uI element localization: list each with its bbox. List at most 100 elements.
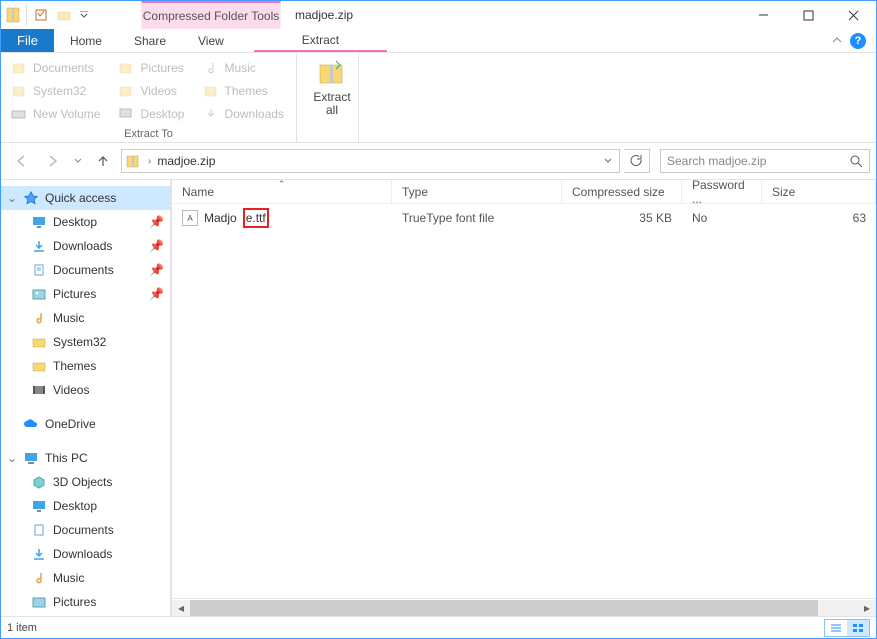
extract-to-pictures[interactable]: Pictures	[118, 57, 186, 79]
file-name-cell[interactable]: A Madjoe.ttf	[172, 208, 392, 228]
sidebar-item-downloads[interactable]: Downloads 📌	[1, 234, 170, 258]
desktop-icon	[31, 214, 47, 230]
font-file-icon: A	[182, 210, 198, 226]
cube-icon	[31, 474, 47, 490]
extract-to-downloads[interactable]: Downloads	[203, 103, 286, 125]
pictures-icon	[31, 594, 47, 610]
nav-history-dropdown[interactable]	[71, 157, 85, 165]
scroll-thumb[interactable]	[190, 600, 818, 616]
file-size-cell: 63	[762, 211, 876, 225]
contextual-tab-header: Compressed Folder Tools	[141, 1, 281, 29]
sort-caret-icon: ⌃	[278, 179, 286, 190]
pin-icon: 📌	[149, 263, 164, 277]
extract-to-new-volume[interactable]: New Volume	[11, 103, 102, 125]
minimize-button[interactable]	[741, 1, 786, 29]
scroll-right-button[interactable]: ▸	[858, 600, 876, 616]
extract-to-videos[interactable]: Videos	[118, 80, 186, 102]
music-icon	[31, 570, 47, 586]
zip-app-icon	[3, 4, 25, 26]
address-segment[interactable]: madjoe.zip	[157, 154, 215, 168]
tab-view[interactable]: View	[182, 29, 240, 52]
maximize-button[interactable]	[786, 1, 831, 29]
column-compressed-size[interactable]: Compressed size	[562, 180, 682, 203]
documents-icon	[31, 262, 47, 278]
qat-separator	[26, 4, 30, 26]
file-row[interactable]: A Madjoe.ttf TrueType font file 35 KB No…	[172, 204, 876, 228]
horizontal-scrollbar[interactable]: ◂ ▸	[172, 598, 876, 616]
column-name[interactable]: Name⌃	[172, 180, 392, 203]
sidebar-item-music-freq[interactable]: Music	[1, 306, 170, 330]
sidebar-item-3d-objects[interactable]: 3D Objects	[1, 470, 170, 494]
sidebar-item-themes[interactable]: Themes	[1, 354, 170, 378]
navigation-tree[interactable]: ⌄ Quick access Desktop 📌 Downloads 📌 Doc…	[1, 180, 171, 616]
folder-icon	[31, 334, 47, 350]
star-icon	[23, 190, 39, 206]
address-chevron-icon[interactable]: ›	[146, 156, 153, 167]
extract-to-desktop[interactable]: Desktop	[118, 103, 186, 125]
sidebar-item-system32[interactable]: System32	[1, 330, 170, 354]
nav-forward-button[interactable]	[39, 149, 67, 173]
pin-icon: 📌	[149, 287, 164, 301]
extract-to-system32[interactable]: System32	[11, 80, 102, 102]
navigation-bar: › madjoe.zip Search madjoe.zip	[1, 143, 876, 179]
contextual-tab-title: Compressed Folder Tools	[143, 9, 280, 23]
tab-file[interactable]: File	[1, 29, 54, 52]
extract-to-themes[interactable]: Themes	[203, 80, 286, 102]
sidebar-item-downloads-pc[interactable]: Downloads	[1, 542, 170, 566]
sidebar-item-desktop-pc[interactable]: Desktop	[1, 494, 170, 518]
file-ext-highlight: e.ttf	[243, 208, 269, 228]
qat-properties-icon[interactable]	[31, 4, 53, 26]
file-rows[interactable]: A Madjoe.ttf TrueType font file 35 KB No…	[172, 204, 876, 598]
file-list-pane: Name⌃ Type Compressed size Password ... …	[172, 180, 876, 616]
tab-extract[interactable]: Extract	[254, 29, 387, 52]
file-csize-cell: 35 KB	[562, 211, 682, 225]
qat-customize-dropdown[interactable]	[77, 11, 91, 19]
sidebar-item-documents[interactable]: Documents 📌	[1, 258, 170, 282]
ribbon-body: Documents Pictures Music System32 Videos…	[1, 53, 876, 143]
qat-newfolder-icon[interactable]	[54, 4, 76, 26]
nav-back-button[interactable]	[7, 149, 35, 173]
file-password-cell: No	[682, 211, 762, 225]
column-password[interactable]: Password ...	[682, 180, 762, 203]
file-type-cell: TrueType font file	[392, 211, 562, 225]
pictures-icon	[31, 286, 47, 302]
view-details-button[interactable]	[825, 620, 847, 636]
column-size[interactable]: Size	[762, 180, 876, 203]
extract-to-documents[interactable]: Documents	[11, 57, 102, 79]
status-bar: 1 item	[1, 616, 876, 638]
folder-icon	[31, 358, 47, 374]
cloud-icon	[23, 416, 39, 432]
address-history-dropdown[interactable]	[599, 157, 617, 165]
extract-all-button[interactable]: Extract all	[307, 57, 357, 117]
extract-all-label: Extract all	[313, 91, 350, 117]
sidebar-this-pc[interactable]: ⌄ This PC	[1, 446, 170, 470]
scroll-track[interactable]	[190, 600, 858, 616]
help-icon[interactable]: ?	[850, 33, 866, 49]
videos-icon	[31, 382, 47, 398]
search-placeholder: Search madjoe.zip	[667, 154, 849, 168]
sidebar-item-documents-pc[interactable]: Documents	[1, 518, 170, 542]
sidebar-item-videos-freq[interactable]: Videos	[1, 378, 170, 402]
ribbon-group-extract-to-label: Extract To	[11, 126, 286, 140]
sidebar-item-pictures-pc[interactable]: Pictures	[1, 590, 170, 614]
ribbon-tabs: File Home Share View Extract ?	[1, 29, 876, 53]
sidebar-onedrive[interactable]: › OneDrive	[1, 412, 170, 436]
column-type[interactable]: Type	[392, 180, 562, 203]
desktop-icon	[31, 498, 47, 514]
scroll-left-button[interactable]: ◂	[172, 600, 190, 616]
sidebar-item-pictures[interactable]: Pictures 📌	[1, 282, 170, 306]
nav-up-button[interactable]	[89, 149, 117, 173]
extract-to-music[interactable]: Music	[203, 57, 286, 79]
sidebar-quick-access[interactable]: ⌄ Quick access	[1, 186, 170, 210]
view-large-icons-button[interactable]	[847, 620, 869, 636]
address-bar[interactable]: › madjoe.zip	[121, 149, 620, 173]
tab-home[interactable]: Home	[54, 29, 118, 52]
search-box[interactable]: Search madjoe.zip	[660, 149, 870, 173]
sidebar-item-desktop[interactable]: Desktop 📌	[1, 210, 170, 234]
tab-share[interactable]: Share	[118, 29, 182, 52]
refresh-button[interactable]	[624, 149, 650, 173]
sidebar-item-music-pc[interactable]: Music	[1, 566, 170, 590]
ribbon-collapse-button[interactable]	[832, 36, 842, 46]
pin-icon: 📌	[149, 215, 164, 229]
close-button[interactable]	[831, 1, 876, 29]
